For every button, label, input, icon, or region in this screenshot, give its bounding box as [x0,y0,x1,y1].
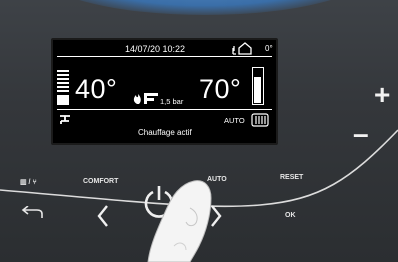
boiler-control-panel: 14/07/20 10:22 0° 40° 1,5 bar 70° AUTO C… [0,0,398,262]
finger-image [147,180,212,262]
